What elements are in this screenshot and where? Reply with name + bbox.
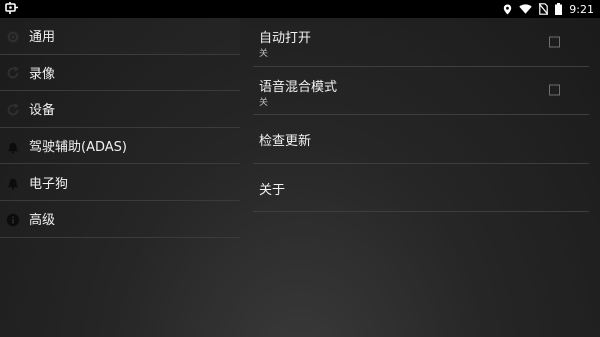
status-time: 9:21 — [569, 2, 594, 16]
setting-check-update[interactable]: 检查更新 — [253, 115, 589, 164]
auto-open-checkbox[interactable] — [549, 36, 560, 48]
setting-title: 语音混合模式 — [259, 79, 338, 95]
refresh-icon — [6, 102, 20, 116]
category-label: 设备 — [29, 103, 56, 119]
category-label: 高级 — [29, 213, 56, 229]
bell-icon — [6, 175, 20, 190]
wifi-icon — [519, 4, 532, 14]
info-icon — [6, 212, 20, 226]
setting-about[interactable]: 关于 — [253, 164, 589, 213]
settings-icon — [6, 29, 20, 43]
setting-title: 检查更新 — [259, 134, 312, 150]
category-label: 录像 — [29, 66, 56, 82]
category-item-device[interactable]: 设备 — [0, 91, 240, 128]
category-item-general[interactable]: 通用 — [0, 18, 240, 55]
category-item-speed-camera[interactable]: 电子狗 — [0, 164, 240, 201]
category-label: 驾驶辅助(ADAS) — [29, 140, 127, 156]
car-dvr-icon — [5, 1, 19, 15]
category-label: 通用 — [29, 30, 56, 46]
battery-icon — [555, 3, 563, 15]
setting-title: 自动打开 — [259, 31, 312, 46]
category-list: 通用 录像 设备 驾驶辅助(ADAS) 电子狗 高级 — [0, 18, 240, 238]
voice-mix-mode-checkbox[interactable] — [549, 84, 560, 96]
setting-title: 关于 — [259, 182, 286, 198]
category-item-advanced[interactable]: 高级 — [0, 201, 240, 238]
location-icon — [503, 4, 512, 15]
setting-voice-mix-mode[interactable]: 语音混合模式 关 — [253, 67, 589, 116]
category-item-recording[interactable]: 录像 — [0, 55, 240, 92]
settings-list: 自动打开 关 语音混合模式 关 检查更新 关于 — [253, 18, 589, 213]
bell-icon — [6, 139, 20, 154]
no-sim-icon — [539, 3, 549, 15]
status-bar: 9:21 — [0, 0, 600, 18]
setting-summary: 关 — [259, 49, 269, 59]
category-label: 电子狗 — [29, 176, 69, 192]
setting-auto-open[interactable]: 自动打开 关 — [253, 18, 589, 67]
setting-summary: 关 — [259, 97, 269, 108]
refresh-icon — [6, 65, 20, 79]
category-item-adas[interactable]: 驾驶辅助(ADAS) — [0, 128, 240, 165]
